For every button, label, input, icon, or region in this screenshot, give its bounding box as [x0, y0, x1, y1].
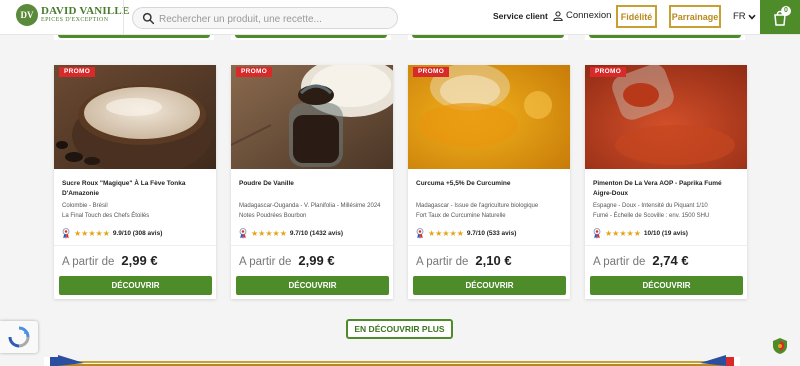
rating-stars: ★★★★★ — [428, 228, 464, 238]
recaptcha-badge[interactable] — [0, 321, 38, 353]
connexion-link[interactable]: Connexion — [553, 10, 611, 21]
product-rating: ★★★★★ 9.7/10 (533 avis) — [416, 227, 516, 239]
discover-more-button[interactable]: EN DÉCOUVRIR PLUS — [346, 319, 453, 339]
user-icon — [553, 10, 563, 21]
shield-icon[interactable] — [772, 337, 788, 355]
search-icon[interactable] — [142, 12, 155, 25]
product-name[interactable]: Poudre De Vanille — [239, 179, 387, 189]
cart-count-badge: 0 — [781, 6, 791, 16]
product-image-vanilla-powder[interactable] — [231, 65, 393, 169]
card-divider — [54, 245, 216, 246]
search-input[interactable] — [157, 10, 397, 28]
brand-name: DAVID VANILLE — [41, 5, 130, 17]
rating-score: 9.9/10 (308 avis) — [112, 229, 163, 237]
product-origin: Colombie - Brésil — [62, 203, 108, 209]
rating-stars: ★★★★★ — [74, 228, 110, 238]
card-divider — [408, 245, 570, 246]
language-selector[interactable]: FR — [733, 11, 756, 22]
price-row: A partir de 2,99 € — [239, 253, 335, 268]
card-divider — [231, 245, 393, 246]
chevron-down-icon — [748, 14, 756, 20]
product-description: Colombie - Brésil La Final Touch des Che… — [62, 201, 212, 221]
rating-score: 10/10 (19 avis) — [643, 229, 688, 237]
product-name[interactable]: Curcuma +5,5% De Curcumine — [416, 179, 564, 189]
discover-button[interactable]: DÉCOUVRIR — [236, 276, 389, 295]
product-tagline: Notes Poudrées Bourbon — [239, 213, 307, 219]
product-rating: ★★★★★ 10/10 (19 avis) — [593, 227, 688, 239]
product-card[interactable]: PROMO Sucre Roux "Magique" À La Fève Ton… — [54, 65, 216, 299]
discover-button[interactable]: DÉCOUVRIR — [413, 276, 566, 295]
language-label: FR — [733, 11, 746, 22]
brand-tagline: EPICES D'EXCEPTION — [41, 17, 109, 23]
product-name[interactable]: Pimenton De La Vera AOP - Paprika Fumé A… — [593, 179, 741, 199]
promo-badge: PROMO — [413, 67, 450, 77]
price-row: A partir de 2,74 € — [593, 253, 689, 268]
product-rating: ★★★★★ 9.7/10 (1432 avis) — [239, 227, 343, 239]
price-prefix: A partir de — [416, 256, 469, 268]
site-header: DV DAVID VANILLE EPICES D'EXCEPTION Serv… — [0, 0, 800, 35]
product-card[interactable]: PROMO Pimenton De La Vera AOP - Paprika … — [585, 65, 747, 299]
product-tagline: Fort Taux de Curcumine Naturelle — [416, 213, 506, 219]
medal-icon — [593, 227, 601, 239]
price-row: A partir de 2,10 € — [416, 253, 512, 268]
parrainage-button[interactable]: Parrainage — [669, 5, 721, 28]
brand-logo[interactable]: DV DAVID VANILLE EPICES D'EXCEPTION — [16, 4, 129, 28]
promo-badge: PROMO — [59, 67, 96, 77]
product-name[interactable]: Sucre Roux "Magique" À La Fève Tonka D'A… — [62, 179, 210, 199]
price-value: 2,74 € — [652, 253, 689, 268]
product-origin: Espagne - Doux - Intensité du Piquant 1/… — [593, 203, 708, 209]
product-image-turmeric[interactable] — [408, 65, 570, 169]
connexion-label: Connexion — [566, 10, 612, 21]
promo-badge: PROMO — [590, 67, 627, 77]
product-origin: Madagascar - Issue de l'agriculture biol… — [416, 203, 539, 209]
product-image-tonka-sugar[interactable] — [54, 65, 216, 169]
price-value: 2,99 € — [298, 253, 335, 268]
price-row: A partir de 2,99 € — [62, 253, 158, 268]
discover-button[interactable]: DÉCOUVRIR — [590, 276, 743, 295]
header-divider — [123, 0, 124, 34]
discover-button[interactable]: DÉCOUVRIR — [59, 276, 212, 295]
flag-ribbon — [44, 355, 740, 366]
product-description: Espagne - Doux - Intensité du Piquant 1/… — [593, 201, 743, 221]
fidelite-button[interactable]: Fidélité — [616, 5, 657, 28]
medal-icon — [62, 227, 70, 239]
search-bar[interactable] — [132, 7, 398, 29]
medal-icon — [239, 227, 247, 239]
price-value: 2,10 € — [475, 253, 512, 268]
price-prefix: A partir de — [239, 256, 292, 268]
product-rating: ★★★★★ 9.9/10 (308 avis) — [62, 227, 162, 239]
product-description: Madagascar-Ouganda - V. Planifolia - Mil… — [239, 201, 389, 221]
product-card[interactable]: PROMO Curcuma +5,5% De Curcumine Madagas… — [408, 65, 570, 299]
product-tagline: Fumé - Échelle de Scoville : env. 1500 S… — [593, 213, 710, 219]
product-image-paprika[interactable] — [585, 65, 747, 169]
cart-button[interactable]: 0 — [760, 0, 800, 34]
price-value: 2,99 € — [121, 253, 158, 268]
recaptcha-icon — [8, 326, 30, 348]
product-tagline: La Final Touch des Chefs Étoilés — [62, 213, 150, 219]
logo-badge: DV — [16, 4, 38, 26]
rating-stars: ★★★★★ — [251, 228, 287, 238]
rating-stars: ★★★★★ — [605, 228, 641, 238]
product-card[interactable]: PROMO Poudre De Vanille Madagascar-Ougan… — [231, 65, 393, 299]
rating-score: 9.7/10 (1432 avis) — [289, 229, 343, 237]
price-prefix: A partir de — [62, 256, 115, 268]
medal-icon — [416, 227, 424, 239]
card-divider — [585, 245, 747, 246]
product-description: Madagascar - Issue de l'agriculture biol… — [416, 201, 566, 221]
promo-badge: PROMO — [236, 67, 273, 77]
price-prefix: A partir de — [593, 256, 646, 268]
service-client-link[interactable]: Service client — [493, 11, 548, 21]
rating-score: 9.7/10 (533 avis) — [466, 229, 517, 237]
product-origin: Madagascar-Ouganda - V. Planifolia - Mil… — [239, 203, 381, 209]
